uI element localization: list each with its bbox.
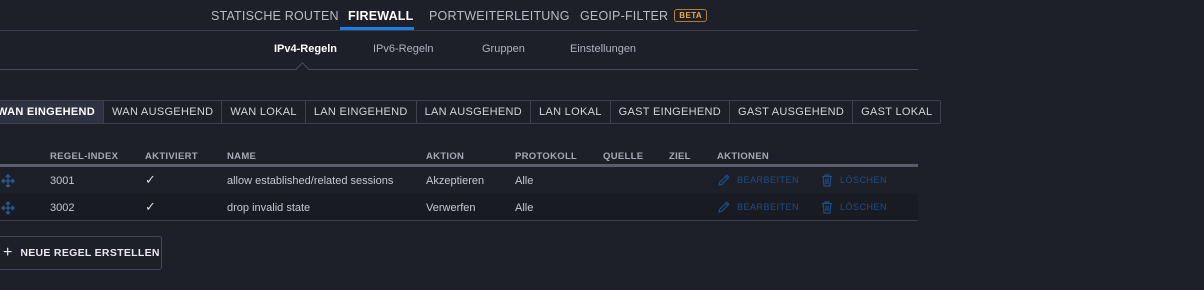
drag-handle-icon[interactable] <box>0 173 16 189</box>
column-header-protocol[interactable]: PROTOKOLL <box>515 151 577 162</box>
delete-button[interactable]: LÖSCHEN <box>820 173 887 187</box>
column-header-index[interactable]: REGEL-INDEX <box>50 151 118 162</box>
ruleset-tabs: WAN EINGEHEND WAN AUSGEHEND WAN LOKAL LA… <box>0 100 942 124</box>
ruleset-tab-wan-local[interactable]: WAN LOKAL <box>222 101 306 123</box>
pencil-icon <box>718 174 730 186</box>
trash-icon <box>822 174 832 187</box>
tab-static-routes[interactable]: STATISCHE ROUTEN <box>211 9 339 23</box>
column-header-enabled[interactable]: AKTIVIERT <box>145 151 198 162</box>
trash-icon <box>822 201 832 214</box>
top-tab-bar: STATISCHE ROUTEN FIREWALL PORTWEITERLEIT… <box>0 0 918 31</box>
tab-firewall[interactable]: FIREWALL <box>348 9 413 23</box>
delete-button[interactable]: LÖSCHEN <box>820 200 887 214</box>
beta-badge: BETA <box>674 9 708 22</box>
active-subtab-caret <box>296 62 309 75</box>
delete-label: LÖSCHEN <box>840 175 888 185</box>
rule-protocol: Alle <box>515 175 534 187</box>
tab-geoip-filter-label: GEOIP-FILTER <box>580 9 669 23</box>
ruleset-tab-wan-out[interactable]: WAN AUSGEHEND <box>104 101 223 123</box>
checkmark-icon: ✓ <box>145 199 156 214</box>
ruleset-tab-wan-in[interactable]: WAN EINGEHEND <box>0 101 105 123</box>
table-row[interactable]: 3001 ✓ allow established/related session… <box>0 167 918 194</box>
checkmark-icon: ✓ <box>145 172 156 187</box>
ruleset-tab-lan-in[interactable]: LAN EINGEHEND <box>306 101 417 123</box>
sub-tab-bar: IPv4-Regeln IPv6-Regeln Gruppen Einstell… <box>0 31 918 75</box>
active-tab-indicator <box>340 27 414 30</box>
column-header-name[interactable]: NAME <box>227 151 256 162</box>
edit-label: BEARBEITEN <box>737 202 800 212</box>
rule-protocol: Alle <box>515 202 534 214</box>
table-row[interactable]: 3002 ✓ drop invalid state Verwerfen Alle… <box>0 194 918 221</box>
ruleset-tab-guest-out[interactable]: GAST AUSGEHEND <box>730 101 854 123</box>
ruleset-tab-guest-in[interactable]: GAST EINGEHEND <box>611 101 731 123</box>
create-rule-label: NEUE REGEL ERSTELLEN <box>20 247 160 259</box>
subtab-ipv4-rules[interactable]: IPv4-Regeln <box>274 43 337 55</box>
edit-button[interactable]: BEARBEITEN <box>717 173 799 187</box>
edit-label: BEARBEITEN <box>737 175 800 185</box>
ruleset-tab-lan-out[interactable]: LAN AUSGEHEND <box>417 101 532 123</box>
subtab-ipv6-rules[interactable]: IPv6-Regeln <box>373 43 434 55</box>
column-header-action[interactable]: AKTION <box>426 151 464 162</box>
create-rule-button[interactable]: + NEUE REGEL ERSTELLEN <box>0 236 162 270</box>
rule-index: 3001 <box>50 175 75 187</box>
rule-action: Verwerfen <box>426 202 476 214</box>
ruleset-tab-lan-local[interactable]: LAN LOKAL <box>531 101 611 123</box>
tab-geoip-filter[interactable]: GEOIP-FILTER BETA <box>580 9 708 23</box>
edit-button[interactable]: BEARBEITEN <box>717 200 799 214</box>
rule-name: allow established/related sessions <box>227 175 394 187</box>
delete-label: LÖSCHEN <box>840 202 888 212</box>
rule-name: drop invalid state <box>227 202 311 214</box>
tab-port-forwarding[interactable]: PORTWEITERLEITUNG <box>429 9 570 23</box>
column-header-destination[interactable]: ZIEL <box>669 151 691 162</box>
rule-index: 3002 <box>50 202 75 214</box>
column-header-source[interactable]: QUELLE <box>603 151 643 162</box>
rule-action: Akzeptieren <box>426 175 485 187</box>
plus-icon: + <box>3 244 13 261</box>
ruleset-tab-guest-local[interactable]: GAST LOKAL <box>853 101 940 123</box>
pencil-icon <box>718 201 730 213</box>
subtab-settings[interactable]: Einstellungen <box>570 43 636 55</box>
column-header-actions: AKTIONEN <box>717 151 770 162</box>
subtab-groups[interactable]: Gruppen <box>482 43 525 55</box>
drag-handle-icon[interactable] <box>0 200 16 216</box>
